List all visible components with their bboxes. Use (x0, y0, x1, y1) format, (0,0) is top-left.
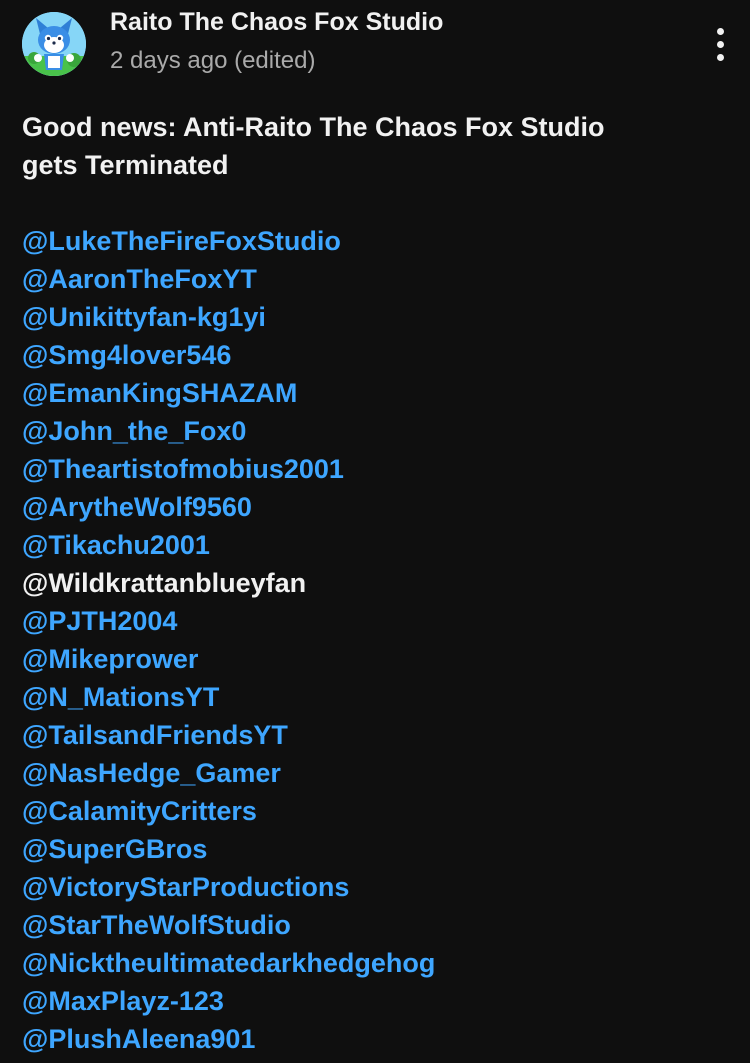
mention-link[interactable]: @Smg4lover546 (22, 336, 722, 374)
mention-link[interactable]: @ArytheWolf9560 (22, 488, 722, 526)
mention-link[interactable]: @CalamityCritters (22, 792, 722, 830)
mention-link[interactable]: @N_MationsYT (22, 678, 722, 716)
mention-link[interactable]: @NasHedge_Gamer (22, 754, 722, 792)
mention-link[interactable]: @VictoryStarProductions (22, 868, 722, 906)
mention-link[interactable]: @Mikeprower (22, 640, 722, 678)
mention-link[interactable]: @PlushAleena901 (22, 1020, 722, 1058)
mention-link[interactable]: @Theartistofmobius2001 (22, 450, 722, 488)
mention-link[interactable]: @Unikittyfan-kg1yi (22, 298, 722, 336)
mention-link[interactable]: @EmanKingSHAZAM (22, 374, 722, 412)
mention-link[interactable]: @Tikachu2001 (22, 526, 722, 564)
post-text-line: Good news: Anti-Raito The Chaos Fox Stud… (22, 112, 605, 142)
mention-link[interactable]: @SuperGBros (22, 830, 722, 868)
mention-link: @Wildkrattanblueyfan (22, 568, 307, 598)
mention-link[interactable]: @Nicktheultimatedarkhedgehog (22, 944, 722, 982)
mention-link[interactable]: @John_the_Fox0 (22, 412, 722, 450)
menu-dot (717, 54, 724, 61)
channel-avatar[interactable] (22, 12, 86, 76)
post-timestamp: 2 days ago (edited) (110, 47, 316, 74)
post-body: Good news: Anti-Raito The Chaos Fox Stud… (22, 108, 722, 1058)
menu-dot (717, 41, 724, 48)
post-text: Good news: Anti-Raito The Chaos Fox Stud… (22, 108, 722, 184)
mention-link[interactable]: @PJTH2004 (22, 602, 722, 640)
menu-dot (717, 28, 724, 35)
mention-link[interactable]: @AaronTheFoxYT (22, 260, 722, 298)
more-vert-icon[interactable] (706, 24, 736, 64)
mention-link[interactable]: @LukeTheFireFoxStudio (22, 222, 722, 260)
mention-link[interactable]: @MaxPlayz-123 (22, 982, 722, 1020)
fox-character-avatar-icon (22, 12, 86, 76)
post-text-line: gets Terminated (22, 150, 229, 180)
mention-link[interactable]: @TailsandFriendsYT (22, 716, 722, 754)
mention-link[interactable]: @StarTheWolfStudio (22, 906, 722, 944)
mention-list: @LukeTheFireFoxStudio @AaronTheFoxYT @Unik… (22, 222, 722, 1058)
channel-name[interactable]: Raito The Chaos Fox Studio (110, 8, 443, 37)
post-header: Raito The Chaos Fox Studio 2 days ago (e… (0, 0, 750, 100)
